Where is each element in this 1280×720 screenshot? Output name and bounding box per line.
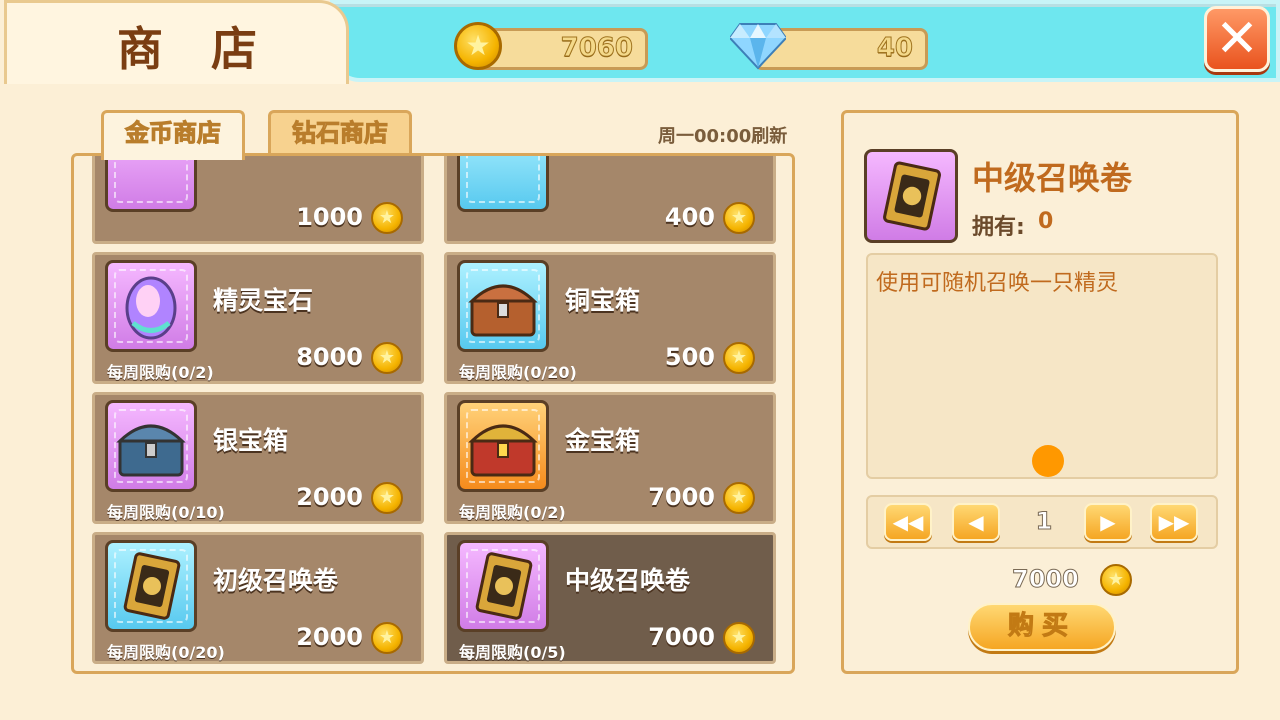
shop-title-tab: 商 店 [4, 0, 349, 84]
item-price: 8000 [296, 343, 363, 371]
gold-coin-icon: ★ [454, 22, 502, 70]
quantity-value: 1 [1035, 507, 1053, 536]
gold-chest-icon [457, 400, 549, 492]
summon-scroll-icon [457, 540, 549, 632]
item-price: 1000 [296, 203, 363, 231]
gold-coin-icon: ★ [371, 202, 403, 234]
item-detail-panel: 中级召唤卷 拥有: 0 使用可随机召唤一只精灵 ◀◀ ◀ 1 ▶ ▶▶ 7000… [841, 110, 1239, 674]
owned-label: 拥有: [972, 215, 1025, 240]
close-button[interactable]: ✕ [1204, 6, 1270, 72]
refresh-time-text: 周一00:00刷新 [658, 126, 788, 147]
gold-coin-icon: ★ [371, 622, 403, 654]
shop-item-card-selected[interactable]: 中级召唤卷 每周限购(0/5) 7000 ★ [444, 532, 776, 664]
shop-item-card[interactable]: 1000 ★ [92, 156, 424, 244]
quantity-selector: ◀◀ ◀ 1 ▶ ▶▶ [866, 495, 1218, 549]
item-limit: 每周限购(0/2) [107, 363, 214, 382]
item-limit: 每周限购(0/20) [107, 643, 225, 662]
double-right-arrow-icon: ▶▶ [1158, 510, 1190, 534]
next-button[interactable]: ▶ [1084, 503, 1132, 541]
indicator-dot [1032, 445, 1064, 477]
gold-coin-icon: ★ [723, 202, 755, 234]
summon-scroll-icon [864, 149, 958, 243]
tab-diamond-shop[interactable]: 钻石商店 [268, 110, 412, 156]
item-name: 银宝箱 [213, 426, 289, 455]
owned-count: 0 [1038, 209, 1054, 234]
detail-item-name: 中级召唤卷 [972, 159, 1133, 197]
last-page-button[interactable]: ▶▶ [1150, 503, 1198, 541]
gem-icon [457, 156, 549, 212]
double-left-arrow-icon: ◀◀ [892, 510, 924, 534]
shop-item-card[interactable]: 金宝箱 每周限购(0/2) 7000 ★ [444, 392, 776, 524]
summon-scroll-icon [105, 540, 197, 632]
gold-coin-icon: ★ [1100, 564, 1132, 596]
buy-button[interactable]: 购买 [968, 603, 1116, 651]
tab-diamond-shop-label: 钻石商店 [292, 119, 389, 148]
gold-amount: 7060 [560, 33, 633, 64]
item-limit: 每周限购(0/5) [459, 643, 566, 662]
item-name: 精灵宝石 [213, 286, 314, 315]
item-name: 初级召唤卷 [213, 566, 339, 595]
diamond-icon [730, 23, 786, 70]
gold-coin-icon: ★ [723, 482, 755, 514]
item-price: 500 [664, 343, 715, 371]
item-description: 使用可随机召唤一只精灵 [876, 271, 1119, 296]
silver-chest-icon [105, 400, 197, 492]
gold-coin-icon: ★ [371, 342, 403, 374]
tab-gold-shop[interactable]: 金币商店 [101, 110, 245, 160]
item-limit: 每周限购(0/10) [107, 503, 225, 522]
diamond-amount: 40 [876, 33, 913, 64]
prev-button[interactable]: ◀ [952, 503, 1000, 541]
gold-coin-icon: ★ [723, 342, 755, 374]
page-title: 商 店 [117, 22, 274, 76]
item-description-box: 使用可随机召唤一只精灵 [866, 253, 1218, 479]
item-limit: 每周限购(0/20) [459, 363, 577, 382]
spirit-gem-icon [105, 260, 197, 352]
tab-gold-shop-label: 金币商店 [125, 119, 222, 148]
gold-coin-icon: ★ [371, 482, 403, 514]
item-name: 铜宝箱 [565, 286, 641, 315]
item-limit: 每周限购(0/2) [459, 503, 566, 522]
item-price: 7000 [648, 623, 715, 651]
resource-bar: 7060 ★ 40 [330, 0, 1280, 82]
left-arrow-icon: ◀ [968, 510, 984, 534]
item-name: 中级召唤卷 [565, 566, 691, 595]
shop-item-card[interactable]: 精灵宝石 每周限购(0/2) 8000 ★ [92, 252, 424, 384]
total-price: 7000 [1012, 565, 1080, 594]
item-name: 金宝箱 [565, 426, 641, 455]
gem-icon [105, 156, 197, 212]
item-price: 400 [664, 203, 715, 231]
item-list[interactable]: 1000 ★ 400 ★ 精灵宝石 每周限购(0/2) 8000 ★ 铜宝箱 每… [71, 153, 795, 674]
shop-item-card[interactable]: 铜宝箱 每周限购(0/20) 500 ★ [444, 252, 776, 384]
shop-item-card[interactable]: 初级召唤卷 每周限购(0/20) 2000 ★ [92, 532, 424, 664]
item-price: 2000 [296, 623, 363, 651]
close-icon: ✕ [1215, 9, 1259, 69]
right-arrow-icon: ▶ [1100, 510, 1116, 534]
gold-coin-icon: ★ [723, 622, 755, 654]
shop-item-card[interactable]: 400 ★ [444, 156, 776, 244]
first-page-button[interactable]: ◀◀ [884, 503, 932, 541]
shop-item-card[interactable]: 银宝箱 每周限购(0/10) 2000 ★ [92, 392, 424, 524]
item-price: 2000 [296, 483, 363, 511]
item-price: 7000 [648, 483, 715, 511]
copper-chest-icon [457, 260, 549, 352]
